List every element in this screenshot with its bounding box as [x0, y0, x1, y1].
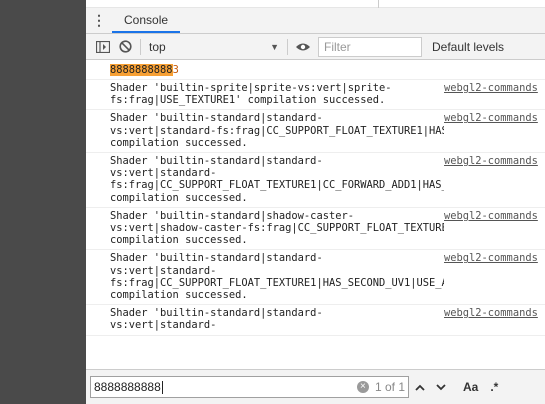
log-entry: Shader 'builtin-sprite|sprite-vs:vert|sp… [86, 80, 545, 111]
tab-console[interactable]: Console [112, 8, 181, 33]
top-strip [86, 0, 545, 8]
log-source-link[interactable]: webgl2-commands [444, 252, 538, 301]
chevron-down-icon[interactable] [431, 376, 451, 398]
clear-console-icon[interactable] [114, 36, 136, 58]
console-toolbar: top ▼ Filter Default levels [86, 34, 545, 60]
log-source-link[interactable]: webgl2-commands [444, 82, 538, 106]
log-source-link[interactable]: webgl2-commands [444, 155, 538, 204]
log-message: Shader 'builtin-standard|standard- vs:ve… [110, 112, 444, 149]
context-selector[interactable]: top ▼ [145, 37, 283, 57]
match-count: 1 of 1 [374, 380, 405, 394]
console-messages: 88888888883 Shader 'builtin-sprite|sprit… [86, 62, 545, 369]
search-bar: 8888888888 × 1 of 1 Aa .* [86, 369, 545, 404]
log-source-link[interactable]: webgl2-commands [444, 210, 538, 247]
kebab-menu-icon[interactable]: ⋮ [86, 8, 112, 33]
sidebar-toggle-icon[interactable] [92, 36, 114, 58]
search-input[interactable]: 8888888888 × 1 of 1 [90, 376, 409, 398]
log-message: Shader 'builtin-standard|shadow-caster- … [110, 209, 444, 247]
log-source-link[interactable]: webgl2-commands [444, 307, 538, 331]
search-value: 8888888888 [94, 379, 161, 394]
eval-result: 88888888883 [86, 62, 545, 80]
filter-input[interactable]: Filter [318, 36, 422, 57]
filter-placeholder: Filter [324, 39, 351, 54]
dropdown-caret-icon: ▼ [270, 41, 279, 52]
regex-button[interactable]: .* [490, 380, 498, 394]
levels-label: Default levels [432, 39, 505, 54]
context-label: top [149, 39, 166, 54]
log-message: Shader 'builtin-sprite|sprite-vs:vert|sp… [110, 82, 392, 107]
regex-label: .* [490, 380, 499, 394]
log-entry: Shader 'builtin-standard|standard- vs:ve… [86, 305, 545, 336]
chevron-up-icon[interactable] [410, 376, 430, 398]
toolbar-divider [287, 38, 288, 55]
log-entry: Shader 'builtin-standard|standard- vs:ve… [86, 110, 545, 154]
search-match-highlight: 8888888888 [110, 64, 173, 76]
page-pane [0, 0, 86, 404]
log-message: Shader 'builtin-standard|standard- vs:ve… [110, 252, 444, 302]
eye-icon[interactable] [292, 36, 314, 58]
log-message: Shader 'builtin-standard|standard- vs:ve… [110, 155, 444, 204]
text-cursor [161, 381, 163, 395]
log-entry: Shader 'builtin-standard|shadow-caster- … [86, 208, 545, 251]
drawer-tabbar: ⋮ Console [86, 8, 545, 34]
match-case-button[interactable]: Aa [463, 380, 478, 394]
match-case-label: Aa [463, 380, 479, 394]
log-entry: Shader 'builtin-standard|standard- vs:ve… [86, 153, 545, 208]
levels-dropdown[interactable]: Default levels [432, 40, 504, 54]
devtools-panel: ⋮ Console top ▼ Filter Default levels 88… [86, 0, 545, 404]
tab-console-label: Console [124, 12, 169, 27]
toolbar-divider [140, 38, 141, 55]
result-rest: 3 [172, 64, 179, 76]
search-value-wrap: 8888888888 [94, 379, 357, 395]
log-message: Shader 'builtin-standard|standard- vs:ve… [110, 307, 323, 332]
log-entry: Shader 'builtin-standard|standard- vs:ve… [86, 250, 545, 306]
clear-search-icon[interactable]: × [356, 381, 369, 393]
log-source-link[interactable]: webgl2-commands [444, 112, 538, 149]
